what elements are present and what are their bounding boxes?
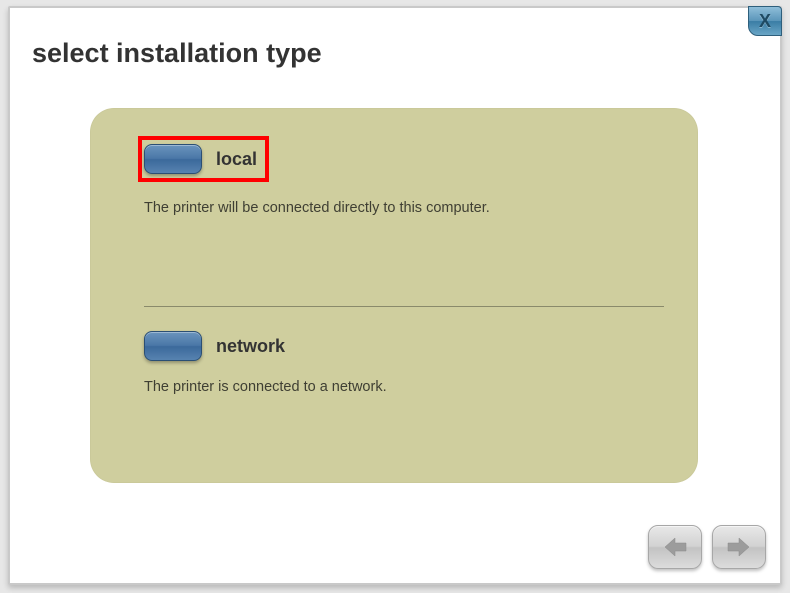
option-local-label: local	[216, 149, 257, 170]
back-button[interactable]	[648, 525, 702, 569]
installer-window: X select installation type local The pri…	[8, 6, 782, 585]
option-network-header: network	[144, 331, 658, 361]
network-button[interactable]	[144, 331, 202, 361]
arrow-left-icon	[662, 536, 688, 558]
option-local-highlight: local	[138, 136, 269, 182]
divider	[144, 306, 664, 307]
close-button[interactable]: X	[748, 6, 782, 36]
option-network-label: network	[216, 336, 285, 357]
option-local-description: The printer will be connected directly t…	[144, 200, 658, 216]
options-panel: local The printer will be connected dire…	[90, 108, 698, 483]
local-button[interactable]	[144, 144, 202, 174]
option-network-description: The printer is connected to a network.	[144, 379, 658, 395]
forward-button[interactable]	[712, 525, 766, 569]
close-icon: X	[759, 11, 771, 32]
option-network: network The printer is connected to a ne…	[144, 331, 658, 395]
option-local: local The printer will be connected dire…	[144, 136, 658, 216]
nav-area	[648, 525, 766, 569]
page-title: select installation type	[32, 38, 322, 69]
arrow-right-icon	[726, 536, 752, 558]
